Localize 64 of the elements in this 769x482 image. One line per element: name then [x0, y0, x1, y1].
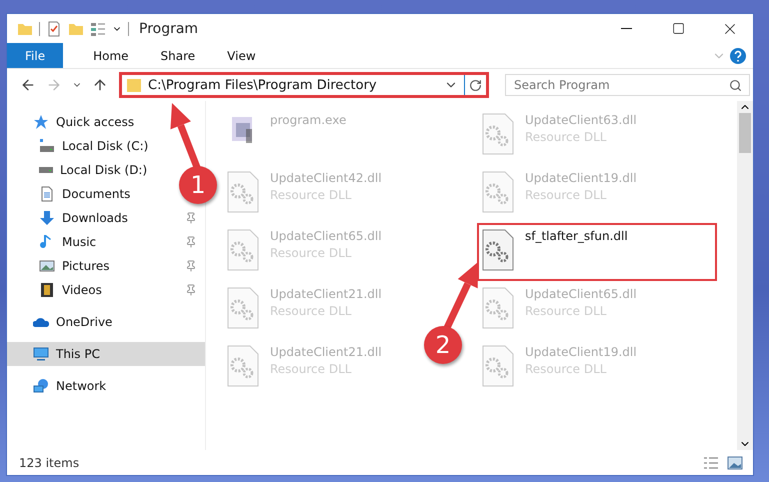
highlighted-file-tile[interactable]: sf_tlafter_sfun.dll	[477, 223, 717, 281]
address-bar[interactable]: C:\Program Files\Program Directory	[119, 72, 489, 98]
sidebar-item[interactable]: OneDrive	[7, 310, 120, 334]
down-arrow-icon	[39, 210, 55, 226]
gear-file-icon	[481, 345, 515, 387]
maximize-icon	[672, 22, 684, 35]
sidebar-item[interactable]: Local Disk (C:)	[7, 134, 156, 158]
monitor-icon	[33, 346, 49, 362]
sidebar-item[interactable]: This PC	[7, 342, 205, 366]
gear-file-icon	[481, 171, 515, 213]
file-menu-button[interactable]: File	[7, 43, 64, 68]
picture-icon	[39, 258, 55, 274]
gear-file-icon	[481, 287, 515, 329]
pin-icon[interactable]	[185, 284, 197, 296]
file-name: sf_tlafter_sfun.dll	[525, 229, 628, 243]
file-name: UpdateClient63.dll	[525, 113, 637, 127]
file-name: program.exe	[270, 113, 346, 127]
star-icon	[33, 114, 49, 130]
properties-icon	[46, 20, 62, 36]
gear-file-icon	[481, 229, 515, 271]
pin-icon[interactable]	[185, 212, 197, 224]
gear-file-icon	[226, 345, 260, 387]
gear-file-icon	[481, 113, 515, 155]
document-icon	[39, 186, 55, 202]
file-name: UpdateClient65.dll	[525, 287, 637, 301]
large-icons-view-icon[interactable]	[727, 456, 743, 470]
ribbon-tab[interactable]: View	[211, 43, 272, 68]
drive-icon	[39, 167, 53, 173]
item-count: 123 items	[19, 456, 80, 470]
sidebar-item[interactable]: Network	[7, 374, 114, 398]
gear-file-icon	[226, 171, 260, 213]
sidebar-item[interactable]: Local Disk (D:)	[7, 158, 156, 182]
file-name: UpdateClient19.dll	[525, 345, 637, 359]
sidebar-item[interactable]: Pictures	[7, 254, 205, 278]
file-name: UpdateClient42.dll	[270, 171, 382, 185]
file-name: UpdateClient21.dll	[270, 345, 382, 359]
sidebar-item[interactable]: Documents	[7, 182, 138, 206]
file-name: UpdateClient21.dll	[270, 287, 382, 301]
scrollbar[interactable]	[737, 101, 753, 450]
search-field[interactable]: Search Program	[505, 74, 750, 96]
folder-icon	[126, 77, 142, 93]
sidebar-item[interactable]: Music	[7, 230, 205, 254]
network-icon	[33, 378, 49, 394]
ribbon-tab[interactable]: Home	[77, 43, 145, 68]
sidebar-item[interactable]: Downloads	[7, 206, 205, 230]
list-icon	[90, 20, 106, 36]
details-view-icon[interactable]	[703, 456, 719, 470]
film-icon	[39, 282, 55, 298]
pin-icon[interactable]	[185, 236, 197, 248]
search-icon	[729, 79, 742, 92]
ribbon-tab[interactable]: Share	[144, 43, 212, 68]
gear-file-icon	[226, 229, 260, 271]
scroll-thumb[interactable]	[739, 113, 751, 153]
sidebar-item[interactable]: Quick access	[7, 110, 142, 134]
pin-icon[interactable]	[185, 260, 197, 272]
minimize-icon	[620, 28, 632, 29]
gear-file-icon	[226, 287, 260, 329]
file-name: UpdateClient19.dll	[525, 171, 637, 185]
window-title: Program	[139, 20, 198, 36]
sidebar-item[interactable]: Videos	[7, 278, 205, 302]
help-icon[interactable]	[729, 46, 747, 64]
refresh-icon	[469, 78, 482, 92]
file-name: UpdateClient65.dll	[270, 229, 382, 243]
drive-icon	[39, 138, 55, 154]
